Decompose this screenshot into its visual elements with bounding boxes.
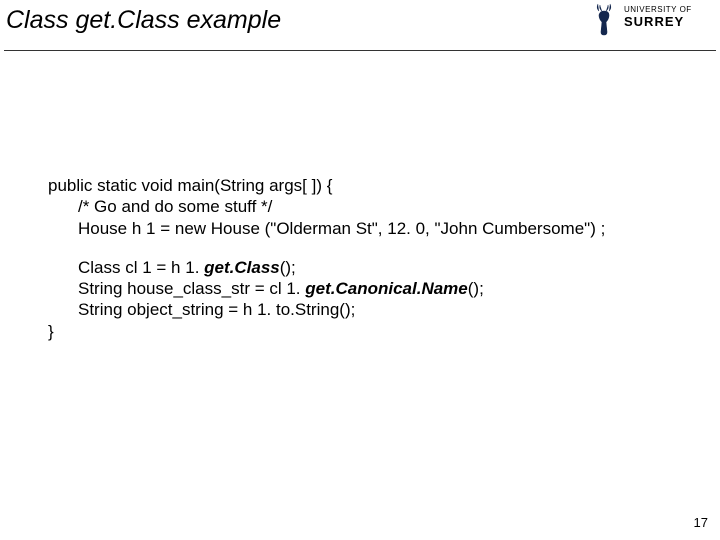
code-line: public static void main(String args[ ]) … — [48, 175, 605, 196]
code-line: String house_class_str = cl 1. get.Canon… — [48, 278, 605, 299]
slide-header: Class get.Class example UNIVERSITY OF SU… — [4, 0, 716, 51]
code-em: get.Class — [204, 258, 280, 277]
code-text: Class cl 1 = h 1. — [78, 258, 204, 277]
logo-text: UNIVERSITY OF SURREY — [624, 6, 692, 29]
code-line: /* Go and do some stuff */ — [48, 196, 605, 217]
page-number: 17 — [694, 515, 708, 530]
stag-icon — [590, 2, 620, 38]
code-text: (); — [468, 279, 484, 298]
code-line: String object_string = h 1. to.String(); — [48, 299, 605, 320]
university-logo: UNIVERSITY OF SURREY — [590, 2, 714, 42]
logo-line2: SURREY — [624, 15, 692, 29]
code-text: (); — [280, 258, 296, 277]
code-line: } — [48, 321, 605, 342]
code-line: House h 1 = new House ("Olderman St", 12… — [48, 218, 605, 239]
code-text: String house_class_str = cl 1. — [78, 279, 305, 298]
code-line: Class cl 1 = h 1. get.Class(); — [48, 257, 605, 278]
code-em: get.Canonical.Name — [305, 279, 468, 298]
code-block: public static void main(String args[ ]) … — [48, 175, 605, 342]
